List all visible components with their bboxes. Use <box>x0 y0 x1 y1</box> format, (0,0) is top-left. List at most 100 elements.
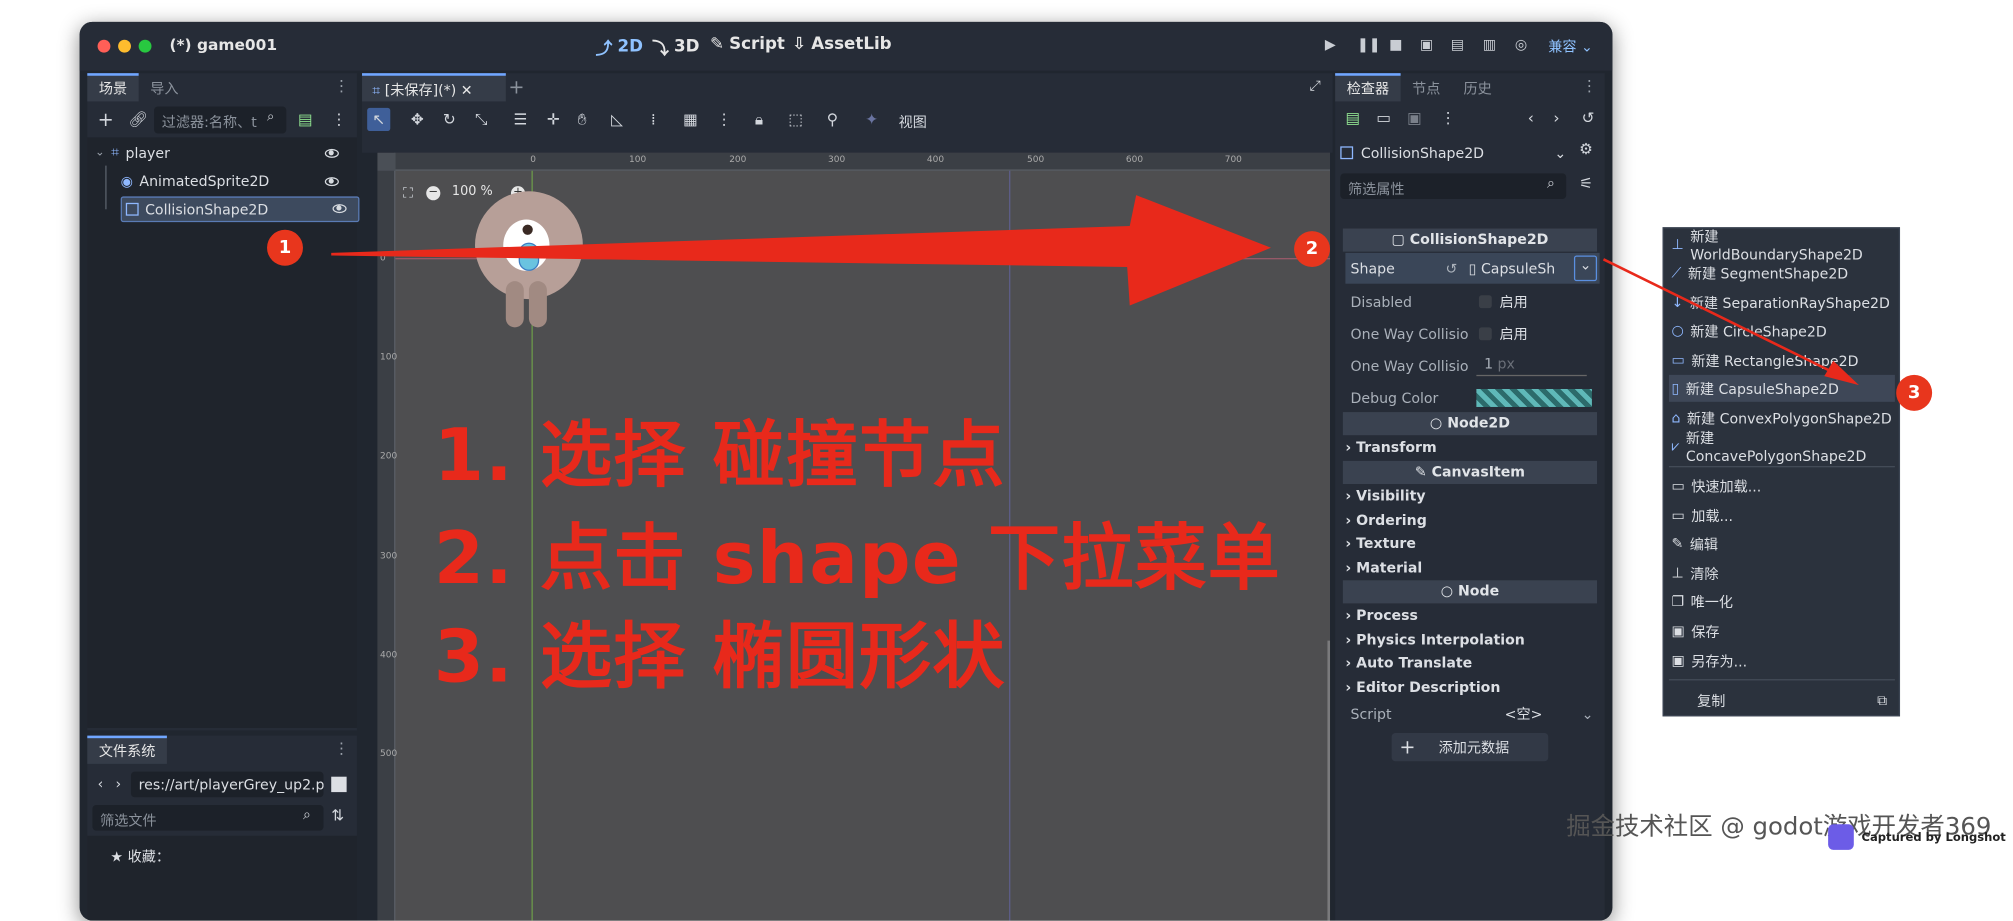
group-visibility[interactable]: › Visibility <box>1345 488 1425 505</box>
shape-dropdown-button[interactable]: ⌄ <box>1573 255 1598 282</box>
tree-item-player[interactable]: ⌄ ⌗ player <box>95 140 349 166</box>
add-metadata-button[interactable]: + 添加元数据 <box>1391 733 1549 762</box>
group-texture[interactable]: › Texture <box>1345 535 1416 552</box>
section-canvasitem[interactable]: ✎ CanvasItem <box>1342 460 1598 484</box>
scene-dock-menu-icon[interactable]: ⋮ <box>334 77 349 95</box>
property-options-icon[interactable]: ⚟ <box>1579 175 1593 193</box>
open-resource-icon[interactable]: ▭ <box>1376 109 1391 127</box>
visibility-eye-icon[interactable] <box>332 204 347 214</box>
node-config-icon[interactable]: ⚙ <box>1579 140 1593 158</box>
rotate-mode-icon[interactable]: ↻ <box>443 110 456 128</box>
section-collisionshape2d[interactable]: ▢ CollisionShape2D <box>1342 228 1598 252</box>
one-way-checkbox[interactable] <box>1478 327 1492 341</box>
collapse-icon[interactable]: ⌄ <box>95 146 105 159</box>
disabled-checkbox[interactable] <box>1478 295 1492 309</box>
lock-icon[interactable]: 🔒︎ <box>755 110 763 129</box>
pan-mode-icon[interactable]: ✋︎ <box>578 110 587 129</box>
tree-item-collisionshape2d[interactable]: CollisionShape2D <box>120 196 360 223</box>
player-sprite[interactable] <box>475 191 588 330</box>
chevron-down-icon[interactable]: ⌄ <box>1582 705 1594 722</box>
toggle-split-icon[interactable] <box>331 776 347 793</box>
distraction-free-icon[interactable]: ⤢ <box>1309 77 1320 95</box>
group-auto-translate[interactable]: › Auto Translate <box>1345 655 1472 672</box>
script-value[interactable]: <空> <box>1505 704 1543 725</box>
pause-icon[interactable]: ❚❚ <box>1357 36 1381 53</box>
history-forward-icon[interactable]: › <box>1553 109 1559 127</box>
group-physics-interpolation[interactable]: › Physics Interpolation <box>1345 632 1524 649</box>
menu-item-clear[interactable]: ⊥ 清除 <box>1669 560 1895 587</box>
play-scene-icon[interactable]: ▤ <box>1451 36 1464 53</box>
menu-item-concavepolygon[interactable]: ⩗ 新建 ConcavePolygonShape2D <box>1669 430 1895 465</box>
tab-unsaved-scene[interactable]: ⌗ [未保存](*) ✕ <box>362 73 506 102</box>
snap-options-icon[interactable]: ⋮ <box>716 110 731 128</box>
menu-item-save[interactable]: ▣ 保存 <box>1669 618 1895 645</box>
tab-node[interactable]: 节点 <box>1401 73 1452 101</box>
renderer-dropdown[interactable]: 兼容 ⌄ <box>1548 36 1593 57</box>
group-icon[interactable]: ⬚ <box>788 110 803 128</box>
menu-item-edit[interactable]: ✎ 编辑 <box>1669 530 1895 557</box>
list-select-icon[interactable]: ☰ <box>514 110 528 128</box>
object-selector[interactable]: CollisionShape2D ⌄ <box>1340 140 1566 166</box>
ruler-mode-icon[interactable]: ◺ <box>611 110 623 128</box>
menu-item-save-as[interactable]: ▣ 另存为... <box>1669 647 1895 674</box>
property-one-way-margin[interactable]: One Way Collisio 1 px <box>1345 350 1599 381</box>
scrollbar[interactable] <box>1327 640 1331 921</box>
close-tab-icon[interactable]: ✕ <box>461 82 473 99</box>
close-window-button[interactable] <box>97 39 111 53</box>
menu-item-quick-load[interactable]: ▭ 快速加载... <box>1669 472 1895 499</box>
attach-script-icon[interactable]: ▤ <box>298 110 313 128</box>
property-debug-color[interactable]: Debug Color <box>1345 383 1599 414</box>
select-mode-button[interactable]: ↖ <box>367 107 391 131</box>
play-custom-scene-icon[interactable]: ▥ <box>1483 36 1496 53</box>
pivot-icon[interactable]: ✛ <box>547 110 560 128</box>
grid-snap-icon[interactable]: ▦ <box>683 110 698 128</box>
revert-icon[interactable]: ↺ <box>1446 260 1458 277</box>
section-node[interactable]: ○ Node <box>1342 580 1598 604</box>
mode-script-button[interactable]: ✎ Script <box>710 35 785 54</box>
group-transform[interactable]: › Transform <box>1345 439 1436 456</box>
object-history-icon[interactable]: ↺ <box>1582 109 1595 127</box>
property-script[interactable]: Script <空> ⌄ <box>1345 698 1599 729</box>
mode-assetlib-button[interactable]: ⇩ AssetLib <box>792 35 892 54</box>
new-resource-icon[interactable]: ▤ <box>1345 109 1360 127</box>
link-icon[interactable]: 🔗︎ <box>128 110 148 128</box>
stop-icon[interactable]: ■ <box>1389 36 1402 53</box>
inspector-menu-icon[interactable]: ⋮ <box>1582 77 1597 95</box>
menu-item-rectangle[interactable]: ▭ 新建 RectangleShape2D <box>1669 347 1895 374</box>
smart-snap-icon[interactable]: ⁞ <box>651 110 656 128</box>
group-material[interactable]: › Material <box>1345 560 1422 577</box>
new-scene-tab-icon[interactable]: + <box>508 76 524 99</box>
visibility-eye-icon[interactable] <box>324 148 339 158</box>
add-node-icon[interactable]: + <box>98 108 114 131</box>
minimize-window-button[interactable] <box>118 39 131 53</box>
path-field[interactable]: res://art/playerGrey_up2.pn <box>130 771 324 798</box>
bone-icon[interactable]: ⚲ <box>827 110 838 128</box>
scale-mode-icon[interactable]: ⤡ <box>475 110 487 129</box>
tree-item-animatedsprite2d[interactable]: ◉ AnimatedSprite2D <box>121 168 350 194</box>
inspector-more-icon[interactable]: ⋮ <box>1440 109 1455 127</box>
filesystem-menu-icon[interactable]: ⋮ <box>334 739 349 757</box>
property-value[interactable]: ▯ CapsuleSh <box>1469 260 1556 277</box>
zoom-window-button[interactable] <box>138 39 152 53</box>
center-view-icon[interactable]: ⛶ <box>403 185 413 203</box>
save-resource-icon[interactable]: ▣ <box>1407 109 1422 127</box>
sort-icon[interactable]: ⇅ <box>331 806 344 824</box>
back-icon[interactable]: ‹ <box>98 775 104 792</box>
menu-item-capsule[interactable]: ▯ 新建 CapsuleShape2D <box>1668 374 1895 402</box>
menu-item-make-unique[interactable]: ❐ 唯一化 <box>1669 588 1895 615</box>
file-filter-input[interactable]: 筛选文件 <box>92 804 324 831</box>
zoom-out-icon[interactable]: − <box>426 186 441 201</box>
mode-3d-button[interactable]: ⤵ 3D <box>652 35 699 59</box>
favorites-item[interactable]: ★ 收藏： <box>110 846 170 867</box>
menu-item-separationray[interactable]: ↓ 新建 SeparationRayShape2D <box>1669 289 1895 316</box>
menu-item-copy[interactable]: 复制 ⧉ <box>1669 687 1895 714</box>
property-shape[interactable]: Shape ↺ ▯ CapsuleSh ⌄ <box>1345 252 1600 284</box>
property-one-way-collision[interactable]: One Way Collisio 启用 <box>1345 318 1599 349</box>
group-editor-description[interactable]: › Editor Description <box>1345 679 1500 696</box>
history-back-icon[interactable]: ‹ <box>1528 109 1534 127</box>
group-ordering[interactable]: › Ordering <box>1345 512 1426 529</box>
menu-item-load[interactable]: ▭ 加载... <box>1669 502 1895 529</box>
view-menu-button[interactable]: 视图 <box>899 112 927 133</box>
remote-debug-icon[interactable]: ▣ <box>1420 36 1433 53</box>
visibility-eye-icon[interactable] <box>324 176 339 186</box>
